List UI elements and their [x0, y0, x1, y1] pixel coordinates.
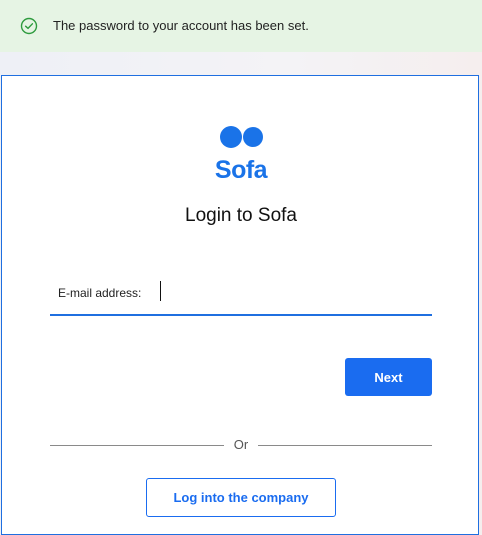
email-field-label: E-mail address: — [58, 286, 142, 300]
next-button[interactable]: Next — [345, 358, 432, 396]
check-circle-icon — [20, 17, 38, 35]
log-into-company-button[interactable]: Log into the company — [146, 478, 336, 517]
sofa-logo: Sofa — [213, 125, 273, 185]
email-field[interactable]: E-mail address: — [50, 273, 432, 316]
brand-name: Sofa — [214, 156, 268, 184]
notification-message: The password to your account has been se… — [53, 18, 309, 33]
two-dots-logo-icon — [220, 126, 263, 148]
email-input[interactable] — [158, 280, 428, 306]
page-title: Login to Sofa — [185, 205, 297, 226]
divider-line-right — [258, 445, 432, 446]
divider-line-left — [50, 445, 224, 446]
divider-or-text: Or — [233, 437, 249, 452]
text-cursor — [160, 281, 161, 301]
success-notification: The password to your account has been se… — [0, 0, 482, 52]
